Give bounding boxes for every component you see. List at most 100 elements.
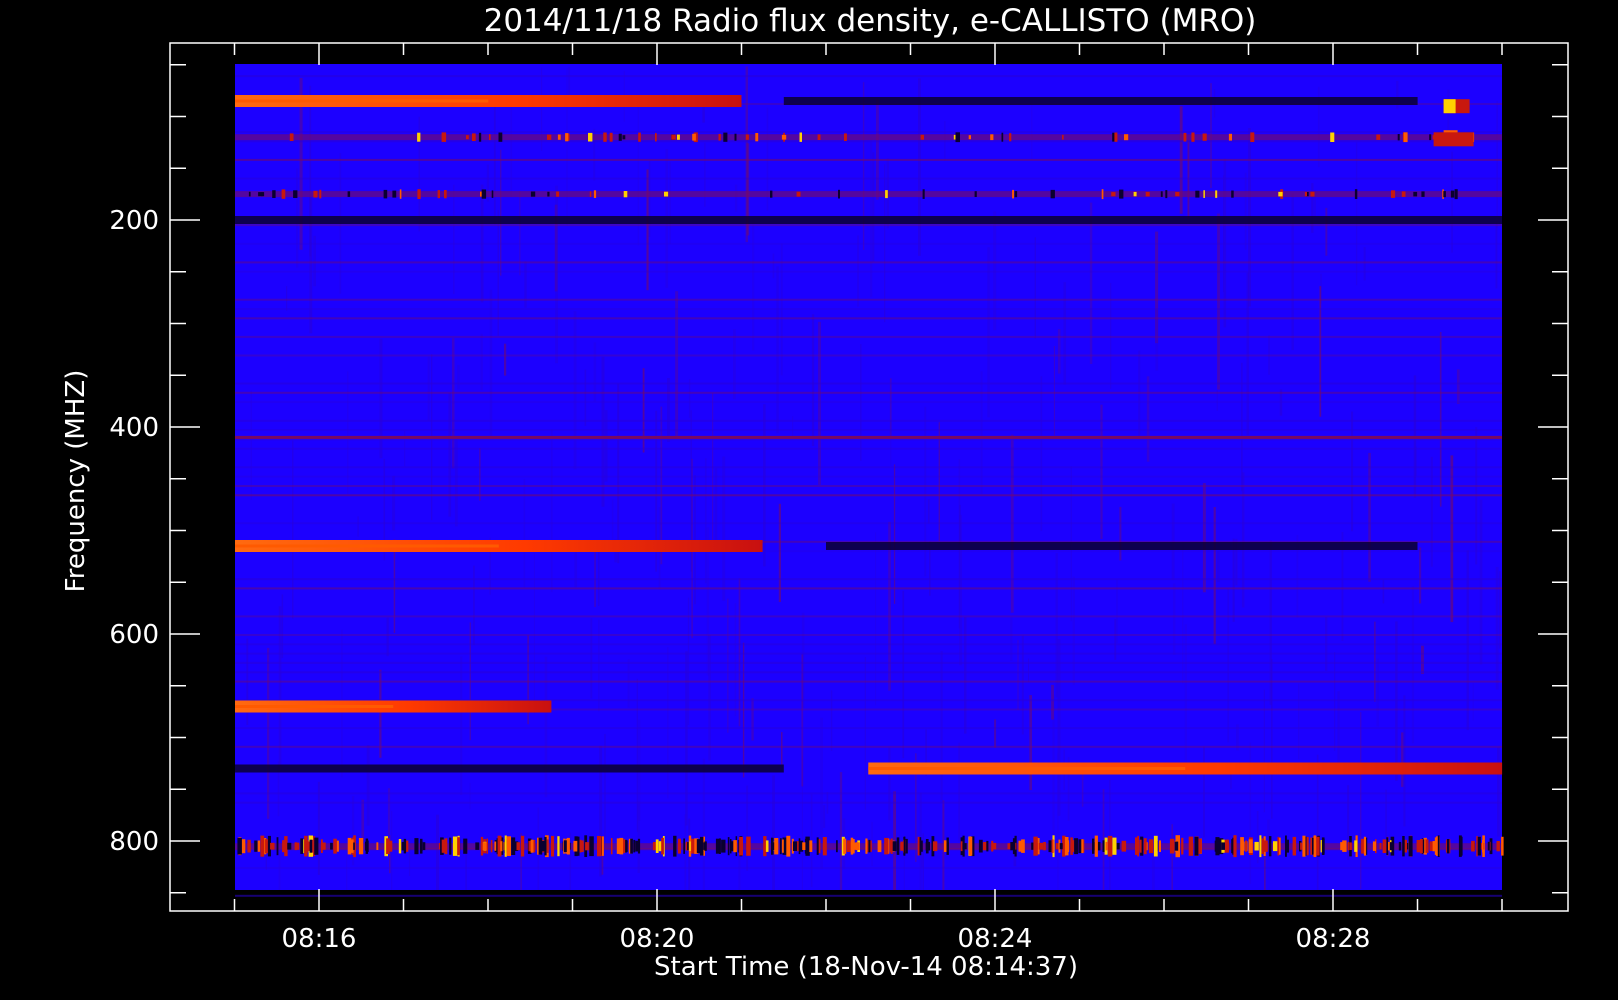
spot [1354, 840, 1358, 852]
spot [1034, 842, 1038, 850]
spot [1316, 836, 1320, 856]
heatmap-streak [1456, 369, 1460, 404]
spot [986, 840, 989, 852]
spot [900, 841, 904, 851]
spot [1215, 837, 1220, 856]
spot [771, 837, 774, 855]
heatmap-streak [1376, 658, 1379, 727]
band-core-515 [235, 544, 499, 548]
heatmap-streak [1419, 547, 1422, 604]
spot [530, 191, 536, 197]
heatmap-streak [839, 772, 843, 890]
heatmap-streak [408, 845, 411, 876]
heatmap-streak [1053, 346, 1055, 436]
spot [865, 838, 868, 854]
spot [304, 835, 308, 857]
spot [877, 840, 882, 853]
spot [1421, 191, 1425, 197]
heatmap-streak [281, 594, 284, 659]
spot [618, 133, 622, 141]
spot [1021, 839, 1025, 853]
spot [664, 191, 669, 197]
spot [602, 836, 604, 856]
heatmap-streak [1216, 551, 1220, 583]
spot [637, 838, 641, 854]
heatmap-texture-line [235, 680, 1502, 683]
spot [1323, 838, 1325, 854]
spot [1012, 189, 1014, 199]
spot [809, 840, 813, 852]
spot [598, 836, 602, 856]
spot [452, 836, 458, 856]
heatmap-streak [500, 149, 502, 276]
spot [925, 839, 929, 854]
spot [336, 840, 339, 852]
heatmap-streak [1450, 455, 1454, 623]
heatmap-streak [876, 99, 879, 200]
heatmap-streak [1298, 683, 1300, 760]
spot [990, 134, 994, 141]
band-dark-515 [826, 542, 1418, 550]
heatmap-texture-line [235, 634, 1502, 636]
spot [1403, 132, 1408, 143]
spot [793, 841, 798, 851]
band-dark-85 [783, 97, 1418, 105]
spot [1062, 134, 1064, 140]
heatmap-streak [1203, 746, 1205, 838]
heatmap-streak [1334, 652, 1336, 751]
spot [417, 189, 421, 199]
heatmap-streak [1051, 684, 1054, 720]
heatmap-streak [918, 78, 921, 256]
heatmap-streak [357, 516, 359, 537]
heatmap-streak [714, 468, 718, 551]
heatmap-streak [1421, 645, 1424, 674]
spot [817, 134, 821, 140]
spot [781, 839, 784, 853]
spot [1330, 132, 1335, 142]
spot [1159, 840, 1161, 852]
heatmap-streak [1355, 142, 1358, 286]
heatmap-streak [1217, 213, 1220, 390]
spot [276, 837, 279, 856]
spot [920, 134, 924, 140]
heatmap-streak [1184, 624, 1187, 779]
heatmap-streak [386, 617, 389, 657]
spot [850, 837, 854, 855]
heatmap-texture-line [235, 494, 1502, 497]
spot [383, 189, 388, 199]
spot [593, 190, 597, 198]
heatmap-streak [584, 369, 587, 426]
spot [358, 838, 364, 855]
y-axis-label: Frequency (MHZ) [61, 370, 91, 593]
spot [528, 841, 531, 852]
spot [557, 134, 561, 140]
spot [1277, 836, 1280, 856]
heatmap-texture-line [235, 792, 1502, 795]
heatmap-streak [811, 314, 815, 446]
spot [655, 839, 659, 853]
spot [1048, 840, 1052, 853]
heatmap-streak [872, 152, 875, 262]
spot [376, 842, 379, 850]
spot [565, 133, 569, 142]
heatmap-streak [1496, 100, 1498, 228]
heatmap-streak [776, 266, 779, 434]
spot [893, 841, 897, 852]
spot [313, 190, 318, 198]
heatmap-texture-line [235, 615, 1502, 618]
spot [746, 836, 751, 856]
spot [683, 838, 685, 854]
spot [1225, 839, 1229, 853]
spot [700, 836, 704, 856]
spot [1165, 190, 1168, 199]
x-tick-label-0828: 08:28 [1296, 924, 1371, 954]
band-spotty-base-120 [235, 134, 1502, 141]
spot [516, 842, 520, 851]
spot [903, 836, 906, 856]
spot [1454, 189, 1458, 200]
chart-title: 2014/11/18 Radio flux density, e-CALLIST… [484, 3, 1257, 39]
spot [347, 191, 351, 197]
spot [745, 134, 749, 140]
heatmap-streak [1034, 237, 1036, 339]
spot [652, 842, 657, 851]
